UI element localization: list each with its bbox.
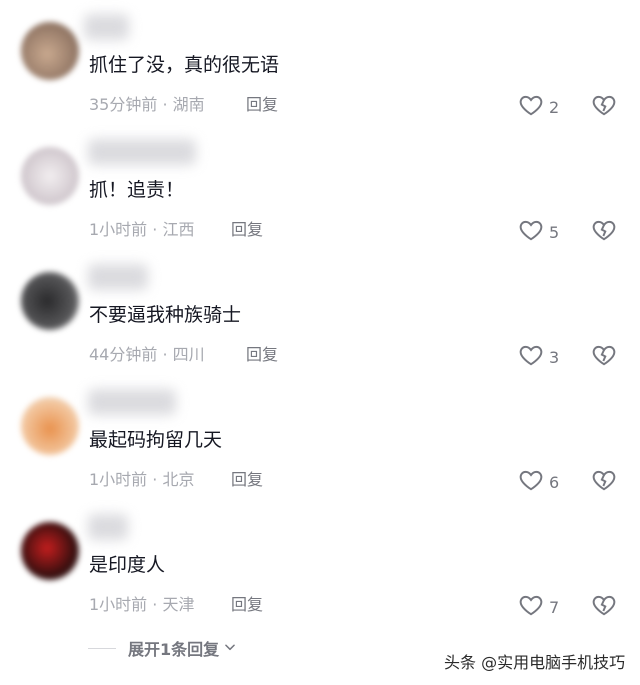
divider <box>88 647 116 649</box>
dislike-button[interactable] <box>591 342 617 372</box>
like-button[interactable]: 3 <box>518 342 559 372</box>
like-count: 2 <box>549 97 560 117</box>
like-button[interactable]: 5 <box>518 217 559 247</box>
heart-outline-icon <box>518 217 544 247</box>
heart-outline-icon <box>518 342 544 372</box>
watermark: 头条 @实用电脑手机技巧 <box>444 653 626 672</box>
comment-item: 抓住了没，真的很无语 35分钟前 · 湖南 回复 2 <box>0 0 640 125</box>
username-blurred[interactable] <box>84 14 129 40</box>
broken-heart-icon <box>591 220 617 247</box>
heart-outline-icon <box>518 92 544 122</box>
like-count: 6 <box>549 472 560 492</box>
dislike-button[interactable] <box>591 592 617 622</box>
comment-meta: 35分钟前 · 湖南 <box>89 95 205 114</box>
comment-meta: 1小时前 · 天津 <box>89 595 195 614</box>
username-blurred[interactable] <box>88 389 176 415</box>
username-blurred[interactable] <box>88 139 196 165</box>
broken-heart-icon <box>591 470 617 497</box>
comment-meta: 1小时前 · 江西 <box>89 220 195 239</box>
expand-replies-button[interactable]: 展开1条回复 <box>88 636 237 660</box>
broken-heart-icon <box>591 345 617 372</box>
comment-item: 抓！追责！ 1小时前 · 江西 回复 5 <box>0 125 640 250</box>
username-blurred[interactable] <box>88 514 128 540</box>
comment-text: 是印度人 <box>89 554 166 576</box>
like-count: 7 <box>549 597 560 617</box>
avatar[interactable] <box>21 147 79 205</box>
comment-item: 是印度人 1小时前 · 天津 回复 7 <box>0 500 640 625</box>
like-button[interactable]: 2 <box>518 92 559 122</box>
avatar[interactable] <box>21 22 79 80</box>
avatar[interactable] <box>21 522 79 580</box>
heart-outline-icon <box>518 467 544 497</box>
heart-outline-icon <box>518 592 544 622</box>
reply-button[interactable]: 回复 <box>246 344 278 366</box>
comment-meta: 44分钟前 · 四川 <box>89 345 205 364</box>
avatar[interactable] <box>21 272 79 330</box>
avatar[interactable] <box>21 397 79 455</box>
like-count: 3 <box>549 347 560 367</box>
comment-text: 最起码拘留几天 <box>89 429 223 451</box>
comment-meta: 1小时前 · 北京 <box>89 470 195 489</box>
comment-text: 抓住了没，真的很无语 <box>89 54 280 76</box>
chevron-down-icon <box>219 639 237 658</box>
dislike-button[interactable] <box>591 467 617 497</box>
comment-item: 最起码拘留几天 1小时前 · 北京 回复 6 <box>0 375 640 500</box>
reply-button[interactable]: 回复 <box>231 469 263 491</box>
reply-button[interactable]: 回复 <box>231 594 263 616</box>
username-blurred[interactable] <box>88 264 148 290</box>
dislike-button[interactable] <box>591 92 617 122</box>
like-button[interactable]: 7 <box>518 592 559 622</box>
reply-button[interactable]: 回复 <box>246 94 278 116</box>
dislike-button[interactable] <box>591 217 617 247</box>
like-button[interactable]: 6 <box>518 467 559 497</box>
comment-text: 不要逼我种族骑士 <box>89 304 242 326</box>
broken-heart-icon <box>591 595 617 622</box>
expand-replies-label: 展开1条回复 <box>128 640 220 659</box>
comment-text: 抓！追责！ <box>89 179 185 201</box>
reply-button[interactable]: 回复 <box>231 219 263 241</box>
comment-item: 不要逼我种族骑士 44分钟前 · 四川 回复 3 <box>0 250 640 375</box>
broken-heart-icon <box>591 95 617 122</box>
like-count: 5 <box>549 222 560 242</box>
